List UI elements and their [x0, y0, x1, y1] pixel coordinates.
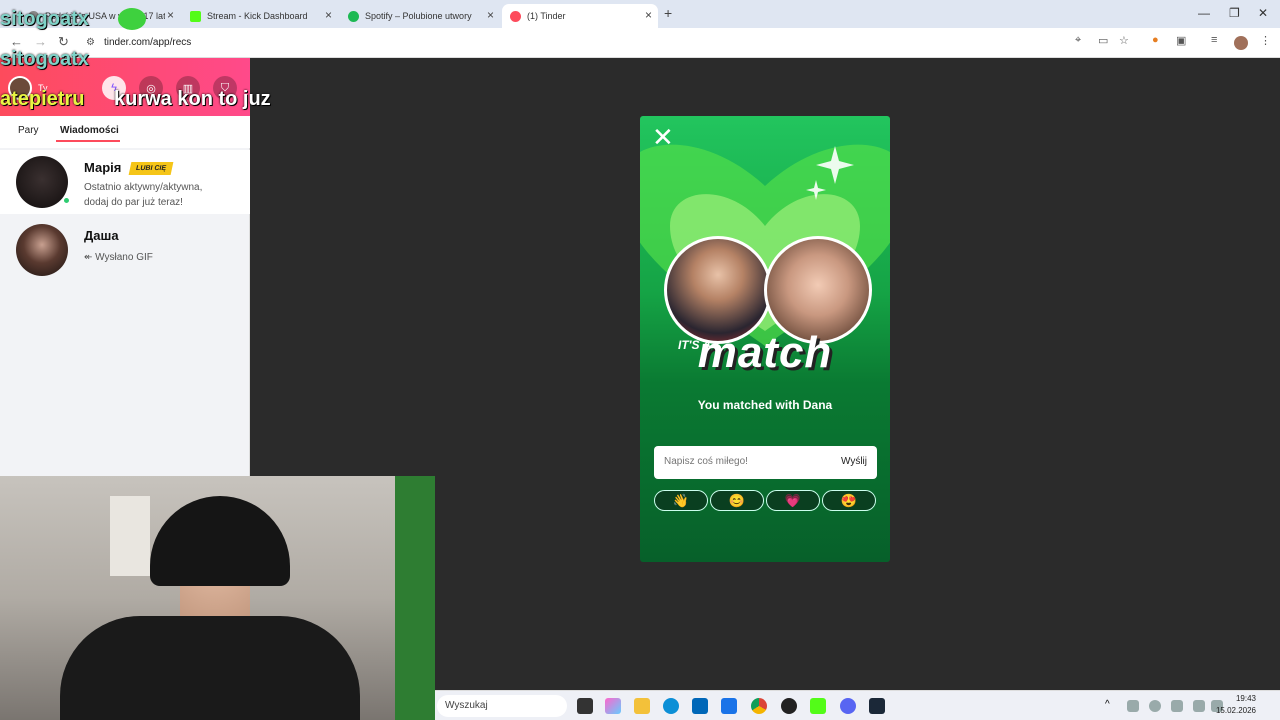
status-line-2: dodaj do par już teraz! — [84, 197, 183, 208]
screen: Podróż do USA w wieku 17 lat × Stream - … — [0, 0, 1280, 720]
kick-icon — [190, 10, 201, 22]
network-icon[interactable] — [1171, 700, 1183, 712]
outlook-icon[interactable] — [721, 698, 737, 714]
tab-title: (1) Tinder — [527, 11, 566, 21]
matched-with-text: You matched with Dana — [697, 398, 833, 412]
browser-tab-strip: Podróż do USA w wieku 17 lat × Stream - … — [0, 0, 1280, 28]
tab-title: Stream - Kick Dashboard — [207, 11, 308, 21]
task-view-icon[interactable] — [577, 698, 593, 714]
streamer-headphones — [150, 496, 290, 586]
minimize-icon[interactable]: — — [1198, 6, 1210, 20]
show-hidden-icons[interactable]: ^ — [1105, 699, 1115, 715]
close-tab-icon[interactable]: × — [487, 8, 494, 22]
close-icon[interactable]: ✕ — [652, 124, 674, 150]
match-list-item[interactable]: Марія LUBI CIĘ Ostatnio aktywny/aktywna,… — [0, 150, 250, 214]
media-control-icon[interactable]: ≡ — [1211, 34, 1217, 46]
close-tab-icon[interactable]: × — [325, 8, 332, 22]
tinder-sidebar: Ty ϟ ◎ ▥ ⛉ Pary Wiadomości Марія LUBI CI… — [0, 58, 250, 478]
match-name: Марія — [84, 160, 122, 175]
match-list-item[interactable]: Даша ↞ Wysłano GIF — [0, 218, 250, 282]
sidebar-tabs: Pary Wiadomości — [0, 116, 250, 148]
taskbar-search[interactable]: Wyszukaj — [437, 695, 567, 717]
jersey-frame — [110, 496, 150, 576]
webcam-feed — [0, 476, 435, 720]
back-icon[interactable]: ← — [10, 34, 23, 49]
tab-spotify[interactable]: Spotify – Polubione utwory × — [340, 4, 500, 28]
install-icon[interactable]: ▭ — [1098, 34, 1108, 47]
bookmark-star-icon[interactable]: ☆ — [1119, 34, 1129, 47]
message-input[interactable] — [664, 456, 824, 467]
file-explorer-icon[interactable] — [634, 698, 650, 714]
tab-kick-dashboard[interactable]: Stream - Kick Dashboard × — [182, 4, 338, 28]
tray-icon[interactable] — [1127, 700, 1139, 712]
heart-reaction-button[interactable]: 💗 — [766, 490, 820, 511]
menu-dots-icon[interactable]: ⋮ — [1260, 34, 1271, 47]
wave-reaction-button[interactable]: 👋 — [654, 490, 708, 511]
discord-icon[interactable] — [840, 698, 856, 714]
send-button[interactable]: Wyślij — [841, 456, 867, 467]
avatar — [16, 224, 68, 276]
status-line-1: Ostatnio aktywny/aktywna, — [84, 182, 203, 193]
match-status: Ostatnio aktywny/aktywna, dodaj do par ju… — [84, 180, 244, 210]
match-headline: match — [697, 328, 833, 377]
browser-toolbar: ← → ↻ ⚙ tinder.com/app/recs ⌖ ▭ ☆ ● ▣ ≡ … — [0, 28, 1280, 58]
tab-tinder[interactable]: (1) Tinder × — [502, 4, 658, 28]
date: 15.02.2026 — [1215, 706, 1256, 715]
overlay-chat-user: atepietru — [0, 88, 85, 110]
smile-reaction-button[interactable]: 😊 — [710, 490, 764, 511]
active-tab-indicator — [56, 140, 120, 142]
overlay-username: sitogoatx — [0, 8, 89, 30]
onedrive-icon[interactable] — [1149, 700, 1161, 712]
display-icon[interactable] — [1193, 700, 1205, 712]
edge-icon[interactable] — [663, 698, 679, 714]
profile-avatar-icon[interactable] — [1234, 36, 1248, 50]
kick-app-icon[interactable] — [810, 698, 826, 714]
likes-you-badge: LUBI CIĘ — [128, 162, 174, 175]
extensions-puzzle-icon[interactable]: ▣ — [1176, 34, 1186, 47]
tab-pairs[interactable]: Pary — [18, 125, 39, 136]
tab-messages[interactable]: Wiadomości — [60, 125, 119, 136]
steam-icon[interactable] — [869, 698, 885, 714]
location-icon[interactable]: ⌖ — [1075, 34, 1081, 47]
spotify-icon — [348, 10, 359, 22]
copilot-icon[interactable] — [605, 698, 621, 714]
frog-emote-icon — [118, 8, 146, 30]
site-info-icon[interactable]: ⚙ — [86, 37, 95, 48]
match-modal: ✕ IT'S A match You matched with Dana Wyś… — [640, 116, 890, 562]
windows-taskbar: Wyszukaj ^ 19:43 15.02.2026 — [435, 690, 1280, 720]
time: 19:43 — [1235, 694, 1256, 703]
tinder-icon — [510, 10, 521, 22]
message-box: Wyślij — [654, 446, 877, 479]
online-indicator — [62, 196, 71, 205]
new-tab-icon[interactable]: + — [664, 5, 672, 21]
chrome-icon[interactable] — [751, 698, 767, 714]
store-icon[interactable] — [692, 698, 708, 714]
restore-icon[interactable]: ❐ — [1229, 6, 1240, 20]
plant — [395, 476, 435, 720]
close-tab-icon[interactable]: × — [645, 8, 652, 22]
system-clock[interactable]: 19:43 15.02.2026 — [1216, 693, 1256, 717]
obs-icon[interactable] — [781, 698, 797, 714]
streamer-shirt — [60, 616, 360, 720]
extension-icon[interactable]: ● — [1152, 34, 1159, 46]
heart-eyes-reaction-button[interactable]: 😍 — [822, 490, 876, 511]
tab-title: Spotify – Polubione utwory — [365, 11, 472, 21]
forward-icon[interactable]: → — [34, 34, 47, 49]
close-window-icon[interactable]: ✕ — [1258, 6, 1268, 20]
match-name: Даша — [84, 228, 119, 243]
address-bar[interactable]: tinder.com/app/recs — [104, 37, 191, 48]
overlay-chat-message: kurwa kon to juz — [114, 88, 271, 110]
last-message: ↞ Wysłano GIF — [84, 252, 153, 263]
overlay-username: sitogoatx — [0, 48, 89, 70]
avatar — [16, 156, 68, 208]
close-tab-icon[interactable]: × — [167, 8, 174, 22]
